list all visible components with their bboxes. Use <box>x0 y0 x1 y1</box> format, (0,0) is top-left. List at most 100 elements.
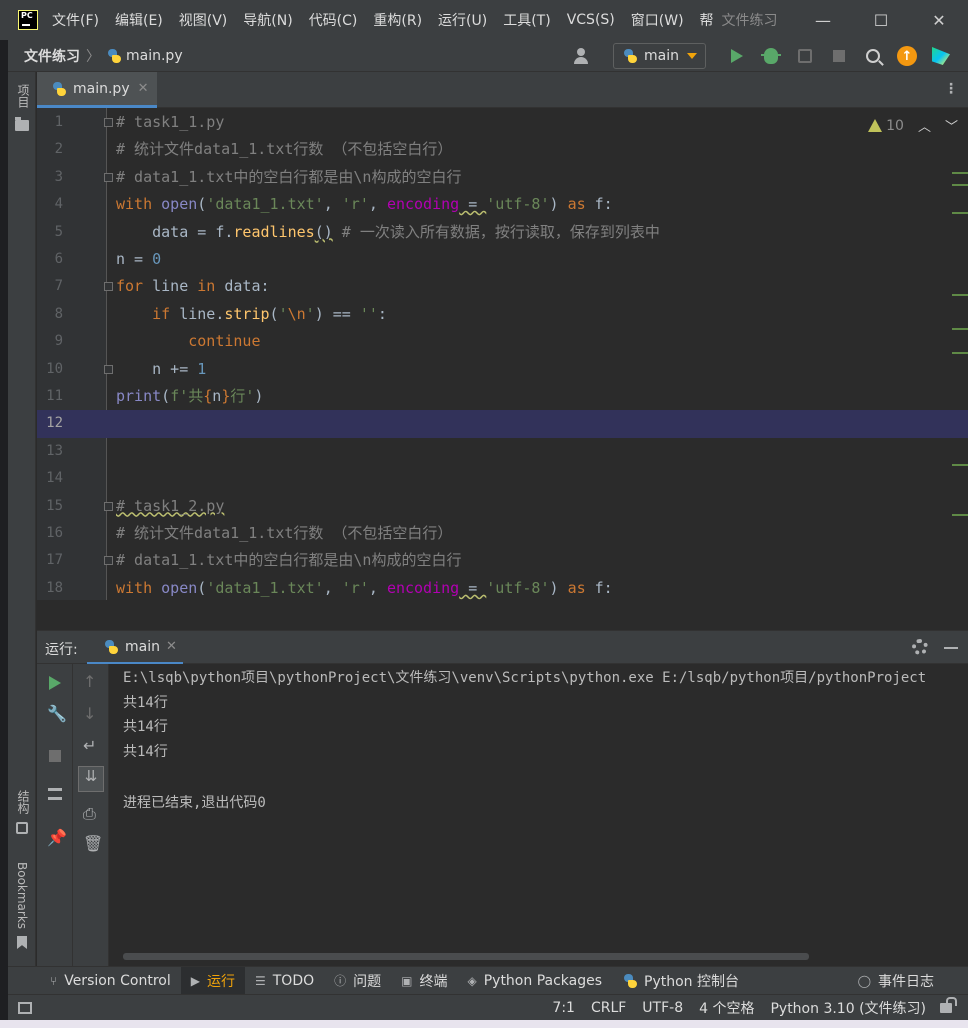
gear-icon[interactable] <box>912 639 928 655</box>
minimize-icon: — <box>815 10 831 30</box>
search-everywhere-button[interactable] <box>856 43 890 69</box>
more-vertical-icon[interactable]: ⋮ <box>944 81 958 97</box>
python-interpreter[interactable]: Python 3.10 (文件练习) <box>770 998 926 1018</box>
fold-marker-icon[interactable] <box>104 172 113 182</box>
tab-run[interactable]: ▶ 运行 <box>180 966 245 995</box>
close-window-button[interactable]: ✕ <box>910 0 968 40</box>
bottom-tool-bar: ⑂ Version Control ▶ 运行 ☰ TODO ⓘ 问题 ▣ 终端 ◈ Pyth… <box>8 966 968 995</box>
error-stripe-mark[interactable] <box>952 294 968 296</box>
breadcrumb-project[interactable]: 文件练习 <box>24 46 80 66</box>
caret-position[interactable]: 7:1 <box>552 1000 575 1016</box>
warning-icon <box>868 119 883 132</box>
window-edge-left <box>0 40 8 1028</box>
lock-icon[interactable] <box>940 997 957 1013</box>
menu-tools[interactable]: 工具(T) <box>503 10 550 30</box>
bookmarks-tool-button[interactable]: Bookmarks <box>15 862 29 929</box>
tab-terminal[interactable]: ▣ 终端 <box>391 967 457 995</box>
stop-icon[interactable] <box>49 750 61 762</box>
info-icon: ⓘ <box>334 974 347 988</box>
update-button[interactable]: ↑ <box>890 43 924 69</box>
menu-code[interactable]: 代码(C) <box>309 10 358 30</box>
error-stripe-mark[interactable] <box>952 514 968 516</box>
error-stripe-mark[interactable] <box>952 328 968 330</box>
chevron-down-icon[interactable]: ﹀ <box>945 116 958 135</box>
menu-window[interactable]: 窗口(W) <box>631 10 684 30</box>
pin-icon[interactable]: 📌 <box>47 828 67 847</box>
toolbox-icon <box>932 47 950 65</box>
run-config-selector[interactable]: main <box>613 43 706 69</box>
horizontal-scrollbar[interactable] <box>123 953 809 960</box>
tab-main-py[interactable]: main.py ✕ <box>37 72 157 108</box>
tab-todo[interactable]: ☰ TODO <box>245 967 324 995</box>
stop-button[interactable] <box>822 43 856 69</box>
tool-window-toggle-icon[interactable] <box>18 1001 32 1014</box>
fold-marker-icon[interactable] <box>104 282 113 292</box>
arrow-up-icon[interactable]: ↑ <box>83 672 96 691</box>
menu-edit[interactable]: 编辑(E) <box>115 10 163 30</box>
breadcrumb-file[interactable]: main.py <box>126 48 183 64</box>
close-tab-icon[interactable]: ✕ <box>166 639 177 654</box>
soft-wrap-icon[interactable]: ↵ <box>83 736 96 755</box>
fold-marker-icon[interactable] <box>104 556 113 566</box>
close-icon: ✕ <box>932 10 946 30</box>
tab-problems[interactable]: ⓘ 问题 <box>324 967 391 995</box>
line-number: 9 <box>54 333 63 350</box>
trash-icon[interactable]: 🗑 <box>83 834 103 853</box>
coverage-button[interactable] <box>788 43 822 69</box>
tab-python-packages[interactable]: ◈ Python Packages <box>457 967 612 995</box>
arrow-down-icon[interactable]: ↓ <box>83 704 96 723</box>
error-stripe-mark[interactable] <box>952 184 968 186</box>
code-text: n = 0 <box>116 250 162 268</box>
menu-refactor[interactable]: 重构(R) <box>373 10 422 30</box>
rerun-icon[interactable] <box>49 676 61 690</box>
chevron-up-icon[interactable]: ︿ <box>918 116 931 135</box>
close-tab-icon[interactable]: ✕ <box>138 81 149 96</box>
line-separator[interactable]: CRLF <box>591 1000 626 1016</box>
error-stripe-mark[interactable] <box>952 464 968 466</box>
indent-setting[interactable]: 4 个空格 <box>699 998 754 1018</box>
tab-label: 事件日志 <box>878 973 934 990</box>
line-number: 14 <box>46 470 63 487</box>
code-line: 2 # 统计文件data1_1.txt行数 （不包括空白行） <box>37 136 968 163</box>
file-encoding[interactable]: UTF-8 <box>642 1000 683 1016</box>
tab-label: Version Control <box>64 972 171 989</box>
code-text: if line.strip('\n') == '': <box>152 304 387 323</box>
main-menu: 文件(F) 编辑(E) 视图(V) 导航(N) 代码(C) 重构(R) 运行(U… <box>52 0 777 40</box>
code-editor[interactable]: 1 # task1_1.py 2 # 统计文件data1_1.txt行数 （不包… <box>37 108 968 600</box>
debug-button[interactable] <box>754 43 788 69</box>
user-icon[interactable] <box>573 47 595 65</box>
run-tab-main[interactable]: main ✕ <box>87 631 183 665</box>
run-console[interactable]: E:\lsqb\python项目\pythonProject\文件练习\venv… <box>109 664 968 966</box>
error-stripe-mark[interactable] <box>952 352 968 354</box>
menu-navigate[interactable]: 导航(N) <box>243 10 292 30</box>
maximize-button[interactable]: ☐ <box>852 0 910 40</box>
code-text: data = f.readlines() # 一次读入所有数据，按行读取，保存到… <box>116 222 660 241</box>
folder-icon <box>15 117 29 131</box>
menu-help[interactable]: 帮 <box>700 10 714 30</box>
menu-run[interactable]: 运行(U) <box>438 10 487 30</box>
python-run-icon <box>103 639 119 655</box>
fold-marker-icon[interactable] <box>104 501 113 511</box>
structure-tool-button[interactable]: 结构 <box>15 790 32 814</box>
layout-icon[interactable] <box>48 788 62 800</box>
tab-event-log[interactable]: ◯ 事件日志 <box>848 967 944 995</box>
project-tool-button[interactable]: 项目 <box>15 84 32 108</box>
fold-marker-icon[interactable] <box>104 364 113 374</box>
tab-python-console[interactable]: Python 控制台 <box>612 967 749 995</box>
inspection-widget[interactable]: 10 ︿ ﹀ <box>868 116 958 135</box>
error-stripe-mark[interactable] <box>952 172 968 174</box>
menu-file[interactable]: 文件(F) <box>52 10 99 30</box>
wrench-icon[interactable]: 🔧 <box>47 704 67 723</box>
menu-view[interactable]: 视图(V) <box>179 10 228 30</box>
print-icon[interactable]: ⎙ <box>83 804 96 824</box>
scroll-to-end-icon[interactable]: ⇊ <box>78 766 104 792</box>
hide-icon[interactable] <box>944 647 958 649</box>
fold-marker-icon[interactable] <box>104 118 113 127</box>
tab-version-control[interactable]: ⑂ Version Control <box>8 967 181 995</box>
search-icon <box>866 49 880 63</box>
menu-vcs[interactable]: VCS(S) <box>567 12 615 28</box>
run-button[interactable] <box>720 43 754 69</box>
minimize-button[interactable]: — <box>794 0 852 40</box>
error-stripe-mark[interactable] <box>952 212 968 214</box>
toolbox-button[interactable] <box>924 43 958 69</box>
